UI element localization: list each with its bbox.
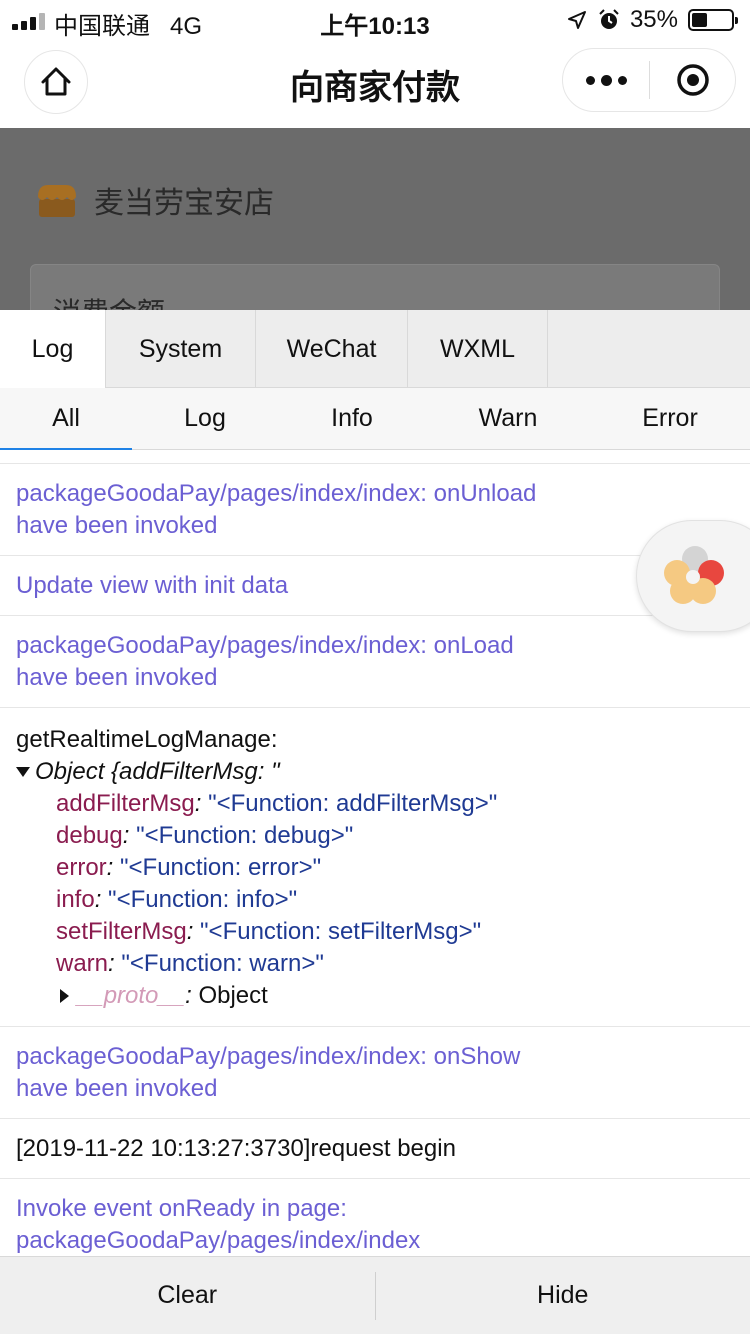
log-text: Update view with init data: [16, 572, 289, 599]
property-value: "<Function: addFilterMsg>": [208, 790, 498, 817]
more-icon: [585, 75, 595, 85]
log-text: packageGoodaPay/pages/index/index: onLoa…: [16, 632, 514, 659]
filter-log[interactable]: Log: [132, 388, 278, 449]
property-value: "<Function: error>": [120, 854, 322, 881]
tab-wechat[interactable]: WeChat: [256, 310, 408, 388]
property-key: setFilterMsg: [56, 918, 187, 945]
log-row-partial: [0, 450, 750, 464]
filter-warn[interactable]: Warn: [426, 388, 590, 449]
log-row-object: getRealtimeLogManage: Object {addFilterM…: [0, 708, 750, 1027]
alarm-icon: [599, 9, 619, 29]
property-key: error: [56, 854, 107, 881]
property-value: "<Function: setFilterMsg>": [200, 918, 482, 945]
log-row: Invoke event onReady in page: packageGoo…: [0, 1179, 750, 1256]
filter-info[interactable]: Info: [278, 388, 426, 449]
log-row: packageGoodaPay/pages/index/index: onSho…: [0, 1027, 750, 1119]
page-backdrop: 麦当劳宝安店 消费金额: [0, 128, 750, 310]
proto-toggle[interactable]: __proto__: Object: [16, 980, 734, 1012]
object-property: addFilterMsg: "<Function: addFilterMsg>": [56, 790, 498, 817]
close-miniprogram-button[interactable]: [650, 49, 735, 111]
log-text: have been invoked: [16, 512, 218, 539]
filter-error[interactable]: Error: [590, 388, 750, 449]
store-icon: [38, 185, 76, 217]
property-value: "<Function: info>": [108, 886, 298, 913]
amount-label: 消费金额: [53, 291, 165, 310]
filter-all[interactable]: All: [0, 388, 132, 450]
capsule-menu: [562, 48, 736, 112]
log-filter-tabs: All Log Info Warn Error: [0, 388, 750, 450]
log-text: Invoke event onReady in page:: [16, 1195, 347, 1222]
store-header: 麦当劳宝安店: [36, 178, 274, 222]
vconsole-toolbar: Clear Hide: [0, 1256, 750, 1334]
battery-icon: [688, 9, 738, 31]
proto-key: __proto__: [77, 982, 186, 1009]
object-property: warn: "<Function: warn>": [56, 950, 324, 977]
tab-wxml[interactable]: WXML: [408, 310, 548, 388]
battery-percent: 35%: [629, 6, 678, 33]
debug-logo-icon: [664, 546, 724, 604]
status-bar: 中国联通 4G 上午10:13 35%: [0, 0, 750, 42]
battery-fill: [692, 13, 707, 27]
amount-card: 消费金额: [30, 264, 720, 310]
tab-log[interactable]: Log: [0, 310, 106, 388]
more-icon-dot: [617, 75, 627, 85]
log-row: [2019-11-22 10:13:27:3730]request begin: [0, 1119, 750, 1179]
property-key: warn: [56, 950, 109, 977]
log-text: packageGoodaPay/pages/index/index: onSho…: [16, 1043, 521, 1070]
tab-system[interactable]: System: [106, 310, 256, 388]
log-text: packageGoodaPay/pages/index/index: onUnl…: [16, 480, 537, 507]
caret-right-icon: [60, 989, 69, 1003]
property-value: "<Function: warn>": [121, 950, 324, 977]
store-name: 麦当劳宝安店: [94, 187, 274, 220]
log-row: packageGoodaPay/pages/index/index: onLoa…: [0, 616, 750, 708]
status-right: 35%: [566, 6, 738, 34]
caret-down-icon: [16, 767, 30, 777]
object-toggle[interactable]: Object {addFilterMsg: ": [16, 756, 734, 788]
log-text: getRealtimeLogManage:: [16, 726, 278, 753]
object-property: info: "<Function: info>": [56, 886, 298, 913]
property-value: "<Function: debug>": [136, 822, 354, 849]
more-button[interactable]: [563, 49, 649, 111]
object-property: debug: "<Function: debug>": [56, 822, 354, 849]
object-summary: Object {addFilterMsg: ": [35, 758, 280, 785]
object-property: error: "<Function: error>": [56, 854, 322, 881]
target-icon: [676, 64, 709, 96]
proto-value: Object: [198, 982, 268, 1009]
debug-float-button[interactable]: [636, 520, 750, 632]
log-text: have been invoked: [16, 1075, 218, 1102]
property-key: debug: [56, 822, 123, 849]
property-key: info: [56, 886, 95, 913]
nav-bar: 向商家付款: [0, 42, 750, 128]
log-text: [2019-11-22 10:13:27:3730]request begin: [16, 1135, 456, 1162]
clear-button[interactable]: Clear: [0, 1281, 375, 1310]
hide-button[interactable]: Hide: [376, 1281, 750, 1310]
object-property: setFilterMsg: "<Function: setFilterMsg>": [56, 918, 482, 945]
property-key: addFilterMsg: [56, 790, 195, 817]
more-icon-dot: [600, 74, 612, 86]
location-arrow-icon: [567, 11, 586, 29]
log-text: packageGoodaPay/pages/index/index: [16, 1227, 421, 1254]
vconsole-panel: Log System WeChat WXML All Log Info Warn…: [0, 310, 750, 1334]
vconsole-tabs: Log System WeChat WXML: [0, 310, 750, 388]
log-text: have been invoked: [16, 664, 218, 691]
log-row: packageGoodaPay/pages/index/index: onUnl…: [0, 464, 750, 556]
